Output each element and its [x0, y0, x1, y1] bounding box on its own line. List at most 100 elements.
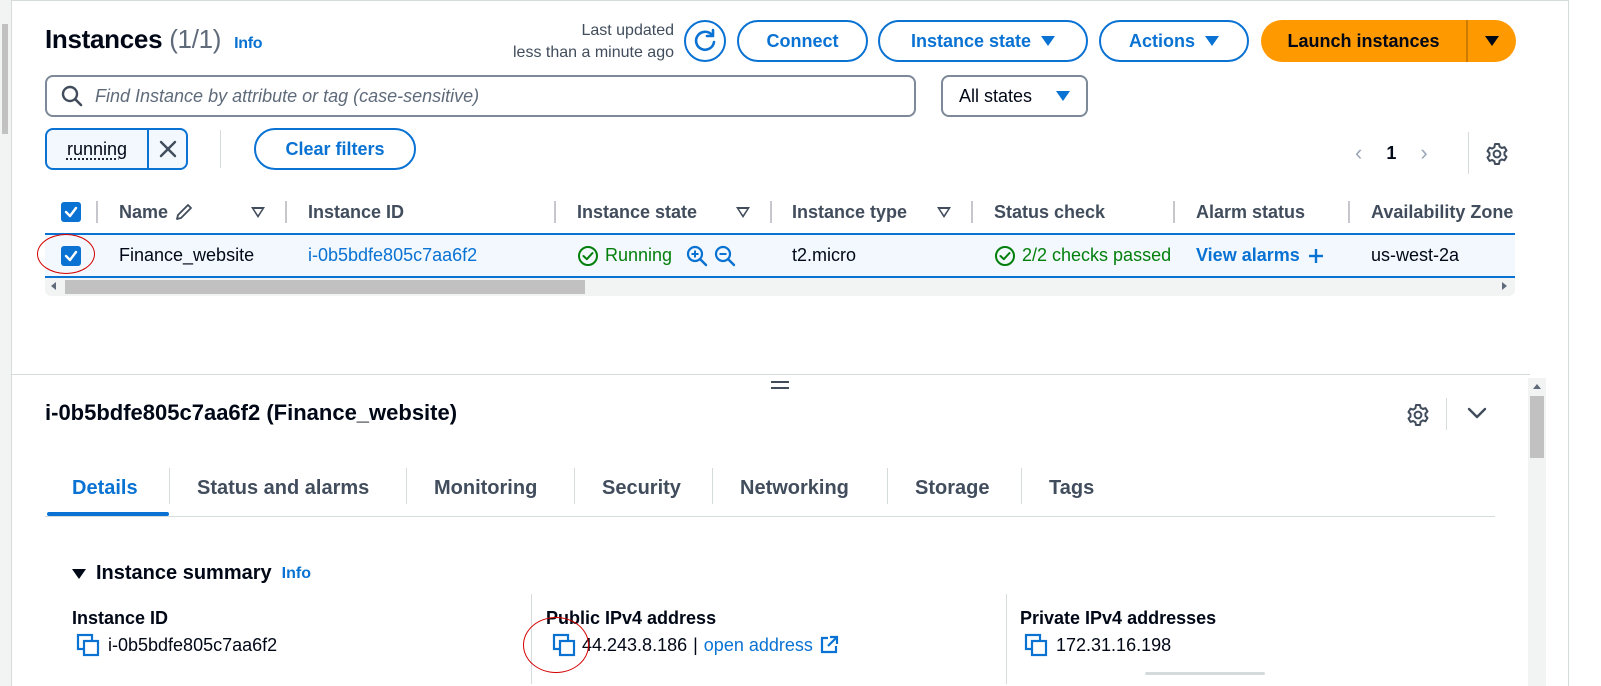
tab-security[interactable]: Security: [602, 462, 681, 514]
left-scroll-track[interactable]: [0, 0, 12, 686]
actions-button[interactable]: Actions: [1099, 20, 1249, 62]
sort-icon[interactable]: [736, 207, 750, 218]
tab-details[interactable]: Details: [72, 462, 138, 514]
gear-icon: [1407, 404, 1429, 426]
launch-label: Launch instances: [1287, 30, 1440, 51]
launch-instances-button[interactable]: Launch instances: [1261, 20, 1466, 62]
details-scrollbar[interactable]: [1528, 378, 1546, 686]
pagination: ‹ 1 ›: [1355, 140, 1428, 166]
connect-label: Connect: [766, 30, 839, 51]
private-ip-label: Private IPv4 addresses: [1020, 608, 1217, 628]
connect-button[interactable]: Connect: [737, 20, 868, 62]
tab-monitoring[interactable]: Monitoring: [434, 462, 537, 514]
active-tab-indicator: [47, 512, 169, 516]
annotation-circle: [37, 234, 95, 274]
copy-icon[interactable]: [1024, 633, 1048, 657]
column-status-label: Status check: [994, 201, 1106, 222]
cell-instance-state: Running: [577, 235, 736, 276]
details-scroll-thumb[interactable]: [1530, 396, 1544, 458]
split-panel-resize-handle[interactable]: [771, 381, 789, 393]
view-alarms-link[interactable]: View alarms: [1196, 235, 1324, 276]
check-circle-icon: [578, 245, 598, 266]
column-type-label: Instance type: [792, 201, 908, 222]
open-address-link[interactable]: open address: [704, 635, 813, 656]
current-page[interactable]: 1: [1386, 143, 1396, 164]
cell-instance-id-link[interactable]: i-0b5bdfe805c7aa6f2: [308, 235, 477, 276]
scroll-up-icon[interactable]: [1533, 384, 1541, 389]
next-page-icon[interactable]: ›: [1420, 140, 1427, 166]
tab-label: Status and alarms: [197, 476, 370, 499]
column-header-alarm-status[interactable]: Alarm status: [1196, 195, 1305, 229]
check-circle-icon: [995, 245, 1015, 266]
search-box[interactable]: [45, 75, 916, 117]
copy-icon[interactable]: [76, 633, 100, 657]
column-alarm-label: Alarm status: [1196, 201, 1306, 222]
column-header-instance-type[interactable]: Instance type: [792, 195, 907, 229]
column-name-label: Name: [119, 201, 169, 222]
column-header-availability-zone[interactable]: Availability Zone: [1371, 195, 1515, 229]
launch-dropdown-button[interactable]: [1468, 20, 1516, 62]
column-header-instance-id[interactable]: Instance ID: [308, 195, 404, 229]
clear-filters-label: Clear filters: [285, 138, 385, 159]
column-header-name[interactable]: Name: [119, 195, 194, 229]
selection-count: (1/1): [169, 24, 222, 54]
column-header-instance-state[interactable]: Instance state: [577, 195, 697, 229]
left-scroll-thumb[interactable]: [2, 24, 8, 134]
annotation-circle: [523, 617, 589, 673]
remove-filter-button[interactable]: [149, 130, 186, 168]
tab-networking[interactable]: Networking: [740, 462, 849, 514]
horizontal-scroll-thumb[interactable]: [65, 280, 585, 294]
table-row[interactable]: Finance_website i-0b5bdfe805c7aa6f2 Runn…: [45, 233, 1515, 278]
table-settings-button[interactable]: [1485, 142, 1509, 171]
caret-down-icon: [1205, 36, 1219, 46]
instance-id-text: i-0b5bdfe805c7aa6f2: [108, 634, 278, 655]
summary-info-link[interactable]: Info: [282, 565, 311, 583]
info-link[interactable]: Info: [234, 35, 262, 52]
previous-page-icon[interactable]: ‹: [1355, 140, 1362, 166]
tab-label: Tags: [1049, 476, 1095, 499]
launch-instances-split-button: Launch instances: [1261, 20, 1516, 62]
details-header-divider: [1446, 398, 1447, 430]
details-settings-button[interactable]: [1406, 403, 1430, 432]
view-alarms-label: View alarms: [1196, 245, 1300, 265]
last-updated: Last updated less than a minute ago: [480, 20, 674, 64]
refresh-button[interactable]: [684, 20, 726, 62]
tab-tags[interactable]: Tags: [1049, 462, 1094, 514]
select-all-checkbox[interactable]: [61, 195, 81, 229]
public-ip-text: 44.243.8.186: [582, 634, 688, 655]
filter-token-label[interactable]: running: [47, 130, 147, 168]
tab-storage[interactable]: Storage: [915, 462, 989, 514]
sort-icon[interactable]: [251, 207, 265, 218]
state-filter-select[interactable]: All states: [941, 75, 1088, 117]
tab-label: Security: [602, 476, 681, 499]
zoom-in-icon[interactable]: [686, 245, 708, 267]
summary-title: Instance summary: [96, 562, 272, 584]
cell-status-check: 2/2 checks passed: [994, 235, 1174, 276]
column-state-label: Instance state: [577, 201, 698, 222]
pagination-divider: [1468, 132, 1469, 174]
refresh-icon: [694, 28, 716, 52]
instance-state-button[interactable]: Instance state: [878, 20, 1088, 62]
sort-icon[interactable]: [937, 207, 951, 218]
clear-filters-button[interactable]: Clear filters: [254, 128, 416, 170]
instance-summary-header[interactable]: Instance summary Info: [72, 562, 311, 585]
tab-status-and-alarms[interactable]: Status and alarms: [197, 462, 369, 514]
column-az-label: Availability Zone: [1371, 201, 1514, 222]
column-header-status-check[interactable]: Status check: [994, 195, 1105, 229]
external-link-icon[interactable]: [819, 635, 839, 655]
collapse-panel-button[interactable]: [1466, 405, 1488, 426]
table-header: Name Instance ID Instance state Instance…: [45, 195, 1515, 229]
caret-down-icon: [1485, 36, 1499, 46]
close-icon: [159, 140, 176, 158]
scroll-left-icon[interactable]: [51, 282, 56, 290]
scroll-right-icon[interactable]: [1502, 282, 1507, 290]
last-updated-time: less than a minute ago: [513, 44, 674, 61]
state-text: Running: [605, 245, 673, 265]
instance-id-value: i-0b5bdfe805c7aa6f2: [76, 633, 277, 657]
zoom-out-icon[interactable]: [714, 245, 736, 267]
filter-token: running: [45, 128, 188, 170]
search-input[interactable]: [95, 85, 875, 107]
checkbox-checked-icon: [61, 202, 81, 222]
table-horizontal-scrollbar[interactable]: [45, 278, 1515, 296]
details-title: i-0b5bdfe805c7aa6f2 (Finance_website): [45, 400, 458, 425]
